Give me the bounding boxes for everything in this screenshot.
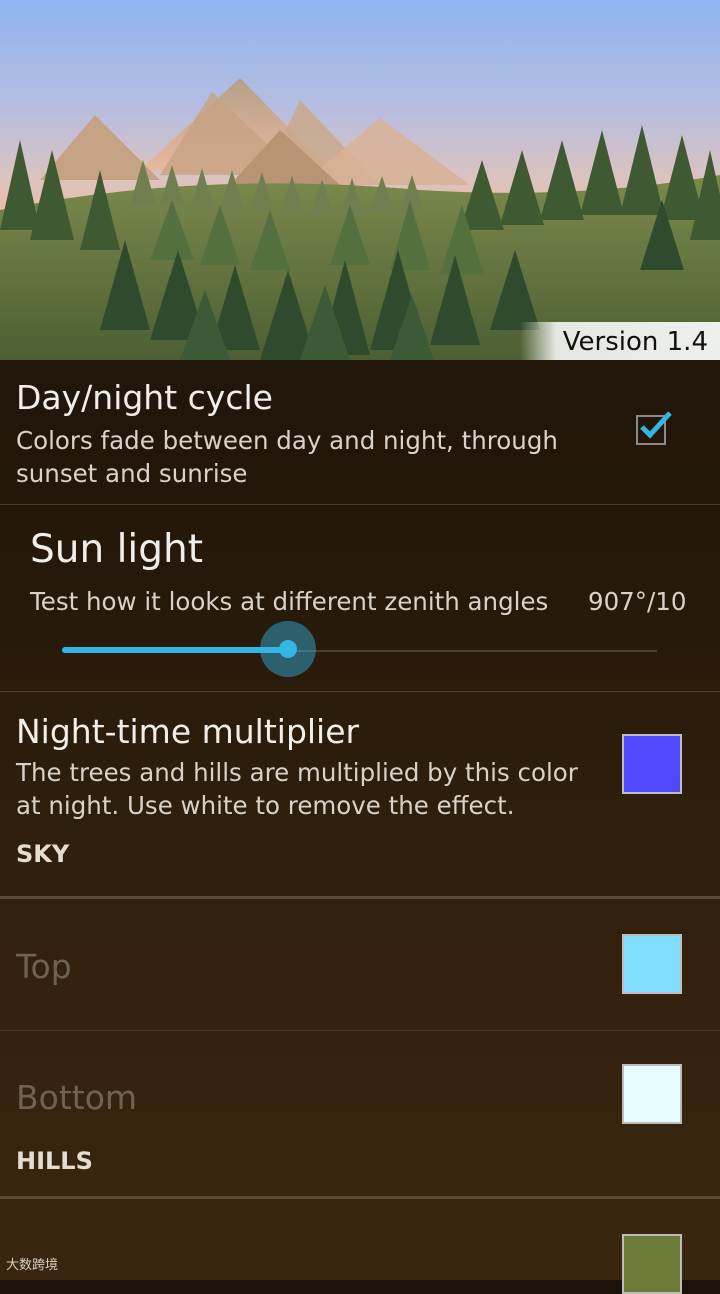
day-night-cycle-summary-1: Colors fade between day and night, throu… — [16, 426, 558, 455]
day-night-cycle-title: Day/night cycle — [16, 378, 273, 417]
sun-light-slider-fill — [62, 647, 289, 653]
sky-top-title: Top — [16, 947, 72, 986]
night-time-multiplier-summary-2: at night. Use white to remove the effect… — [16, 791, 515, 820]
hills-first-setting[interactable] — [0, 1199, 720, 1294]
sun-light-value: 907°/10 — [588, 587, 687, 616]
settings-list: Day/night cycle Colors fade between day … — [0, 360, 720, 1294]
sky-category-label: SKY — [16, 840, 70, 868]
night-time-multiplier-setting[interactable]: Night-time multiplier The trees and hill… — [0, 692, 720, 852]
checkmark-icon — [640, 411, 672, 439]
sky-top-setting[interactable]: Top — [0, 899, 720, 1031]
version-label: Version 1.4 — [520, 322, 720, 360]
sky-category-header: SKY — [0, 840, 720, 899]
night-time-multiplier-title: Night-time multiplier — [16, 712, 360, 751]
forest-landscape-image — [0, 0, 720, 360]
sky-top-color-swatch[interactable] — [622, 934, 682, 994]
watermark: 大数跨境 — [6, 1258, 59, 1273]
hills-category-label: HILLS — [16, 1147, 93, 1175]
night-time-multiplier-summary-1: The trees and hills are multiplied by th… — [16, 758, 578, 787]
sun-light-summary: Test how it looks at different zenith an… — [30, 587, 549, 616]
sky-bottom-color-swatch[interactable] — [622, 1064, 682, 1124]
hills-color-swatch[interactable] — [622, 1234, 682, 1294]
sun-light-slider-thumb[interactable] — [279, 640, 298, 658]
day-night-checkbox[interactable] — [636, 411, 672, 445]
hills-category-header: HILLS — [0, 1147, 720, 1199]
sky-bottom-setting[interactable]: Bottom — [0, 1031, 720, 1159]
day-night-cycle-setting[interactable]: Day/night cycle Colors fade between day … — [0, 360, 720, 505]
sky-bottom-title: Bottom — [16, 1078, 138, 1117]
sun-light-setting: Sun light Test how it looks at different… — [0, 505, 720, 692]
header-illustration: Version 1.4 — [0, 0, 720, 360]
night-multiplier-color-swatch[interactable] — [622, 734, 682, 794]
day-night-cycle-summary-2: sunset and sunrise — [16, 459, 248, 488]
sun-light-title: Sun light — [30, 527, 204, 572]
